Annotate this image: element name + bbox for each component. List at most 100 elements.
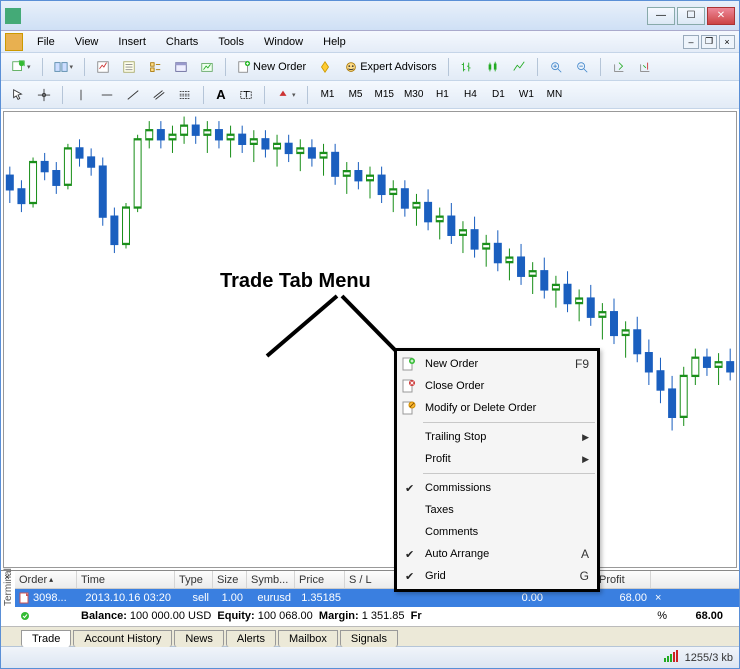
order-price: 1.35185 [295, 592, 345, 604]
close-order-icon [401, 378, 417, 394]
timeframe-m1[interactable]: M1 [315, 85, 341, 105]
titlebar: — ☐ ✕ [1, 1, 739, 31]
line-chart-button[interactable] [508, 57, 530, 77]
col-header[interactable]: Type [175, 571, 213, 588]
cm-modify-order[interactable]: Modify or Delete Order [397, 397, 597, 419]
terminal-tab-signals[interactable]: Signals [340, 630, 398, 647]
chart-shift-button[interactable] [634, 57, 656, 77]
order-type: sell [175, 592, 213, 604]
menu-help[interactable]: Help [313, 34, 356, 50]
terminal-tab-account-history[interactable]: Account History [73, 630, 172, 647]
mdi-close-button[interactable]: × [719, 35, 735, 49]
arrows-button[interactable]: ▾ [272, 85, 300, 105]
mt-icon [5, 33, 23, 51]
col-header[interactable]: Size [213, 571, 247, 588]
trendline-button[interactable] [122, 85, 144, 105]
col-header[interactable]: S / L [345, 571, 395, 588]
timeframe-mn[interactable]: MN [541, 85, 567, 105]
maximize-button[interactable]: ☐ [677, 7, 705, 25]
terminal-label: Terminal [3, 570, 14, 606]
mdi-restore-button[interactable]: ❐ [701, 35, 717, 49]
mdi-minimize-button[interactable]: – [683, 35, 699, 49]
order-profit: 68.00 [595, 592, 651, 604]
metaquotes-button[interactable] [314, 57, 336, 77]
timeframe-h4[interactable]: H4 [457, 85, 483, 105]
cm-profit[interactable]: Profit▶ [397, 448, 597, 470]
col-header[interactable]: Symb... [247, 571, 295, 588]
new-chart-button[interactable]: ▾ [7, 57, 35, 77]
terminal-button[interactable] [170, 57, 192, 77]
text-button[interactable]: A [211, 85, 231, 105]
menubar: FileViewInsertChartsToolsWindowHelp – ❐ … [1, 31, 739, 53]
text-label-button[interactable]: T [235, 85, 257, 105]
menu-insert[interactable]: Insert [108, 34, 156, 50]
timeframe-w1[interactable]: W1 [513, 85, 539, 105]
check-icon: ✔ [405, 570, 414, 583]
col-header[interactable]: Profit [595, 571, 651, 588]
trade-row-selected[interactable]: 3098... 2013.10.16 03:20 sell 1.00 eurus… [15, 589, 739, 607]
col-header[interactable]: Time [77, 571, 175, 588]
timeframe-m5[interactable]: M5 [343, 85, 369, 105]
balance-row: Balance: 100 000.00 USD Equity: 100 068.… [15, 607, 739, 625]
order-size: 1.00 [213, 592, 247, 604]
terminal-tab-trade[interactable]: Trade [21, 630, 71, 647]
order-commission: 0.00 [495, 592, 547, 604]
connection-status: 1255/3 kb [685, 652, 733, 664]
terminal-tab-alerts[interactable]: Alerts [226, 630, 276, 647]
channel-button[interactable] [148, 85, 170, 105]
order-time: 2013.10.16 03:20 [77, 592, 175, 604]
timeframe-m30[interactable]: M30 [400, 85, 427, 105]
cm-auto-arrange[interactable]: ✔Auto ArrangeA [397, 543, 597, 565]
check-icon: ✔ [405, 482, 414, 495]
menu-window[interactable]: Window [254, 34, 313, 50]
terminal-tab-news[interactable]: News [174, 630, 224, 647]
zoom-out-button[interactable] [571, 57, 593, 77]
navigator-button[interactable] [144, 57, 166, 77]
cm-trailing-stop[interactable]: Trailing Stop▶ [397, 426, 597, 448]
col-header[interactable]: Price [295, 571, 345, 588]
app-window: — ☐ ✕ FileViewInsertChartsToolsWindowHel… [0, 0, 740, 669]
menu-file[interactable]: File [27, 34, 65, 50]
profiles-button[interactable]: ▾ [50, 57, 78, 77]
cm-new-order[interactable]: New OrderF9 [397, 353, 597, 375]
timeframe-m15[interactable]: M15 [371, 85, 398, 105]
menu-charts[interactable]: Charts [156, 34, 208, 50]
zoom-in-button[interactable] [545, 57, 567, 77]
terminal-tabs: TradeAccount HistoryNewsAlertsMailboxSig… [1, 626, 739, 646]
timeframe-h1[interactable]: H1 [429, 85, 455, 105]
svg-text:T: T [243, 89, 249, 100]
menu-tools[interactable]: Tools [208, 34, 254, 50]
cm-grid[interactable]: ✔GridG [397, 565, 597, 587]
terminal-tab-mailbox[interactable]: Mailbox [278, 630, 338, 647]
close-button[interactable]: ✕ [707, 7, 735, 25]
cm-commissions[interactable]: ✔Commissions [397, 477, 597, 499]
cursor-button[interactable] [7, 85, 29, 105]
cm-comments[interactable]: Comments [397, 521, 597, 543]
modify-order-icon [401, 400, 417, 416]
new-order-label: New Order [253, 61, 306, 73]
terminal-header: Order ▴TimeTypeSizeSymb...PriceS / LT / … [15, 571, 739, 589]
timeframe-d1[interactable]: D1 [485, 85, 511, 105]
vline-button[interactable] [70, 85, 92, 105]
expert-advisors-button[interactable]: Expert Advisors [340, 57, 440, 77]
cm-close-order[interactable]: Close Order [397, 375, 597, 397]
strategy-tester-button[interactable] [196, 57, 218, 77]
menu-view[interactable]: View [65, 34, 109, 50]
trade-context-menu: New OrderF9 Close Order Modify or Delete… [394, 348, 600, 592]
col-header[interactable]: Order ▴ [15, 571, 77, 588]
cm-taxes[interactable]: Taxes [397, 499, 597, 521]
auto-scroll-button[interactable] [608, 57, 630, 77]
market-watch-button[interactable] [92, 57, 114, 77]
new-order-button[interactable]: New Order [233, 57, 310, 77]
bar-chart-button[interactable] [456, 57, 478, 77]
toolbar-draw: A T ▾ M1M5M15M30H1H4D1W1MN [1, 81, 739, 109]
data-window-button[interactable] [118, 57, 140, 77]
hline-button[interactable] [96, 85, 118, 105]
chart-area[interactable] [3, 111, 737, 568]
order-close-x[interactable]: × [651, 592, 663, 604]
app-icon [5, 8, 21, 24]
candle-chart-button[interactable] [482, 57, 504, 77]
fibo-button[interactable] [174, 85, 196, 105]
minimize-button[interactable]: — [647, 7, 675, 25]
crosshair-button[interactable] [33, 85, 55, 105]
